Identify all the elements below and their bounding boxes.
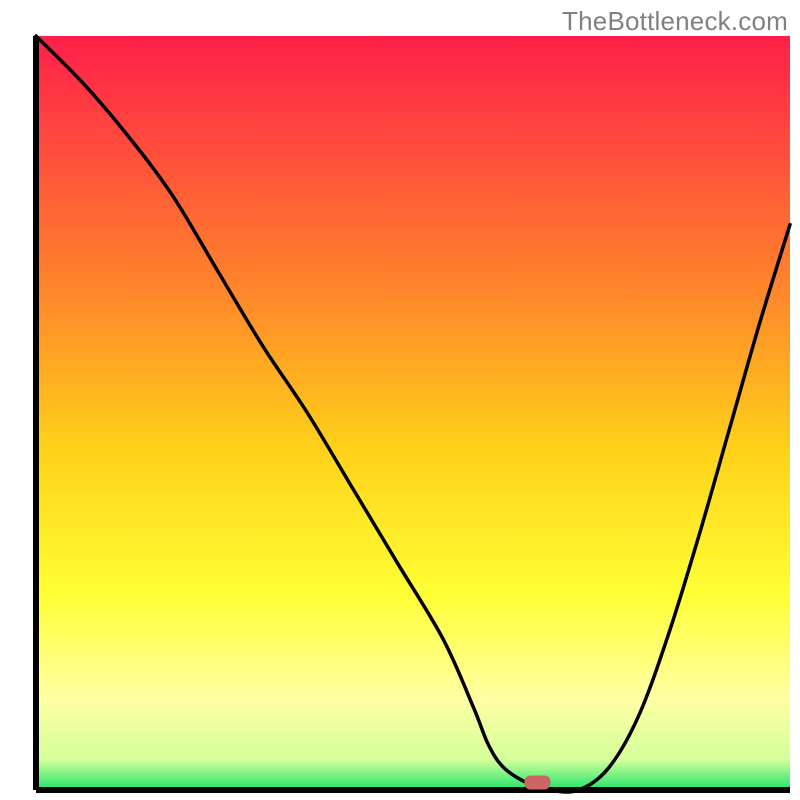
- optimum-marker: [524, 775, 550, 789]
- chart-svg: [0, 0, 800, 800]
- plot-background: [36, 36, 790, 790]
- watermark-text: TheBottleneck.com: [562, 6, 788, 37]
